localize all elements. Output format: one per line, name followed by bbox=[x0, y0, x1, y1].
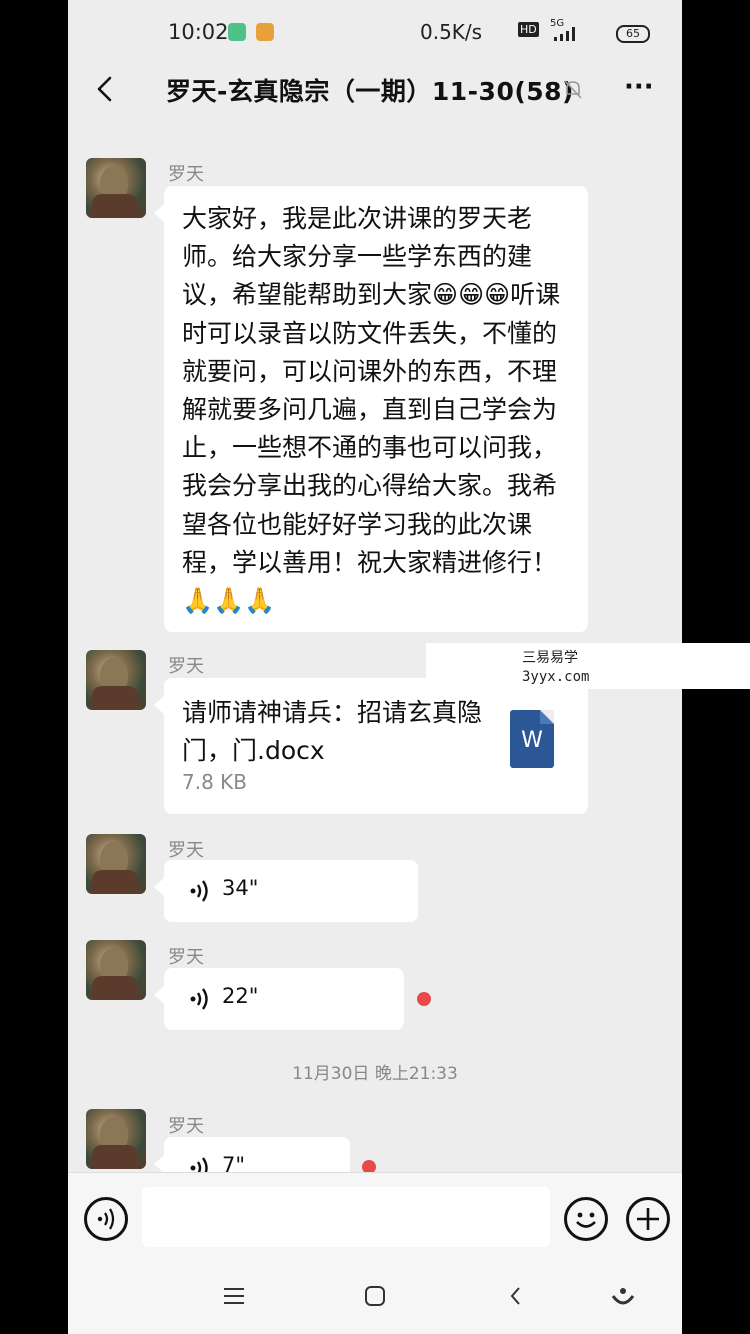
voice-wave-icon bbox=[97, 1208, 115, 1230]
status-time: 10:02 bbox=[168, 20, 229, 44]
plus-button[interactable] bbox=[626, 1197, 670, 1241]
message-input[interactable] bbox=[142, 1187, 550, 1247]
voice-wave-icon bbox=[190, 880, 208, 902]
emoji-button[interactable] bbox=[564, 1197, 608, 1241]
sender-name: 罗天 bbox=[168, 164, 204, 185]
voice-wave-icon bbox=[190, 1157, 208, 1172]
timestamp: 11月30日 晚上21:33 bbox=[292, 1064, 458, 1084]
avatar[interactable] bbox=[86, 650, 146, 710]
voice-message-bubble[interactable]: 7" bbox=[154, 1137, 350, 1172]
plus-icon bbox=[637, 1208, 659, 1230]
home-icon[interactable] bbox=[363, 1284, 387, 1308]
avatar[interactable] bbox=[86, 1109, 146, 1169]
sender-name: 罗天 bbox=[168, 840, 204, 861]
file-message-bubble[interactable]: 请师请神请兵：招请玄真隐门，门.docx 7.8 KB W bbox=[154, 678, 588, 814]
watermark-line2: 3yyx.com bbox=[522, 669, 590, 685]
avatar[interactable] bbox=[86, 940, 146, 1000]
more-icon[interactable]: ··· bbox=[624, 72, 654, 102]
status-net-speed: 0.5K/s bbox=[420, 20, 483, 44]
voice-duration: 22" bbox=[222, 984, 259, 1008]
voice-wave-icon bbox=[190, 988, 208, 1010]
voice-message-bubble[interactable]: 34" bbox=[154, 860, 418, 922]
site-watermark: 三易易学 3yyx.com bbox=[426, 643, 750, 689]
word-document-icon: W bbox=[510, 710, 554, 768]
input-bar bbox=[68, 1172, 682, 1265]
unread-dot bbox=[417, 992, 431, 1006]
text-message-bubble[interactable]: 大家好，我是此次讲课的罗天老师。给大家分享一些学东西的建议，希望能帮助到大家😁😁… bbox=[154, 186, 588, 632]
nav-back-icon[interactable] bbox=[504, 1284, 528, 1308]
sender-name: 罗天 bbox=[168, 656, 204, 677]
system-nav-bar bbox=[68, 1264, 682, 1334]
sender-name: 罗天 bbox=[168, 947, 204, 968]
watermark-line1: 三易易学 bbox=[522, 650, 578, 666]
chat-header: 罗天-玄真隐宗（一期）11-30(58) ··· bbox=[68, 64, 682, 116]
voice-input-button[interactable] bbox=[84, 1197, 128, 1241]
file-size: 7.8 KB bbox=[182, 770, 247, 794]
menu-icon[interactable] bbox=[222, 1284, 246, 1308]
status-bar: 10:02 0.5K/s HD 5G 65 bbox=[68, 0, 682, 64]
avatar[interactable] bbox=[86, 834, 146, 894]
unread-dot bbox=[362, 1160, 376, 1172]
hd-icon: HD bbox=[518, 22, 539, 37]
emoji-icon bbox=[576, 1212, 596, 1228]
message-text: 大家好，我是此次讲课的罗天老师。给大家分享一些学东西的建议，希望能帮助到大家😁😁… bbox=[182, 204, 561, 616]
voice-duration: 7" bbox=[222, 1153, 246, 1172]
signal-icon bbox=[552, 26, 578, 45]
shield-app-icon bbox=[228, 23, 246, 41]
battery-icon: 65 bbox=[616, 25, 650, 43]
file-name: 请师请神请兵：招请玄真隐门，门.docx bbox=[182, 698, 483, 765]
video-app-icon bbox=[256, 23, 274, 41]
chat-title: 罗天-玄真隐宗（一期）11-30(58) bbox=[166, 77, 574, 106]
assistant-icon[interactable] bbox=[610, 1284, 636, 1310]
mute-icon bbox=[564, 80, 582, 99]
voice-message-bubble[interactable]: 22" bbox=[154, 968, 404, 1030]
sender-name: 罗天 bbox=[168, 1116, 204, 1137]
avatar[interactable] bbox=[86, 158, 146, 218]
voice-duration: 34" bbox=[222, 876, 259, 900]
back-icon[interactable] bbox=[90, 74, 120, 104]
